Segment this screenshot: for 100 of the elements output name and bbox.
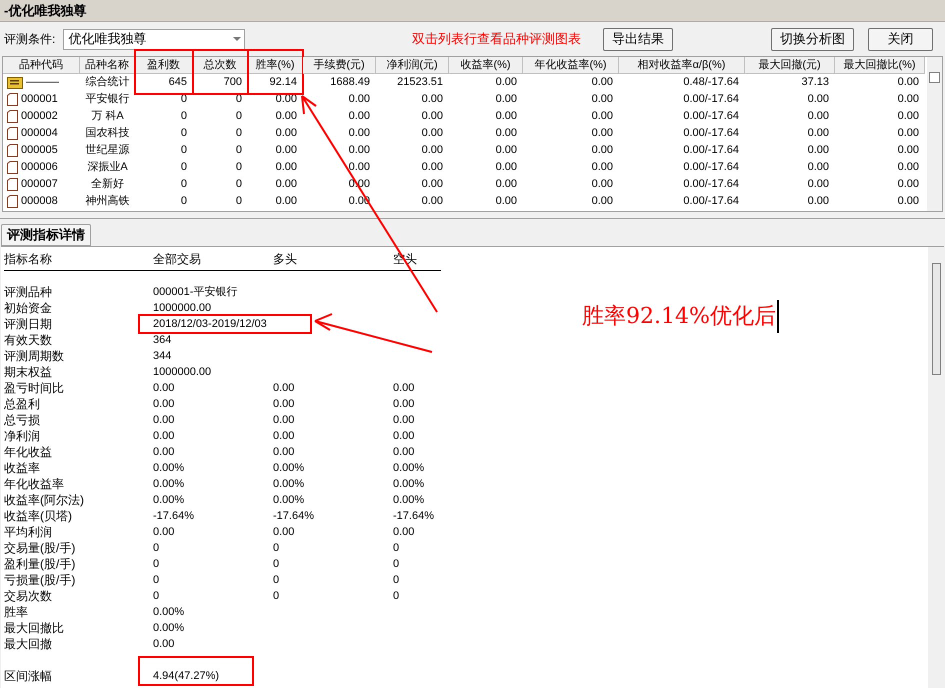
column-header[interactable]: 净利润(元) [376, 57, 449, 74]
table-cell-text: 000008 [21, 194, 58, 210]
column-header[interactable]: 品种名称 [80, 57, 135, 74]
column-header: 全部交易 [153, 251, 202, 268]
table-cell-text: 0 [236, 143, 242, 158]
column-header[interactable]: 品种代码 [3, 57, 80, 74]
table-cell-text: 0.00 [422, 92, 443, 108]
metric-label: 有效天数 [4, 334, 53, 346]
metric-label: 最大回撤比 [4, 622, 65, 634]
metric-value: 0.00% [273, 494, 304, 506]
metric-value: 0.00 [153, 382, 174, 394]
metric-value: 0 [393, 590, 400, 602]
metric-value: 0.00 [153, 638, 174, 650]
metric-value: 0.00 [273, 414, 294, 426]
metric-value: 0.00 [393, 382, 414, 394]
column-header[interactable]: 相对收益率α/β(%) [619, 57, 745, 74]
column-header[interactable]: 盈利数 [135, 57, 193, 74]
metric-label: 胜率 [4, 606, 29, 618]
table-cell-text: 0.00 [348, 143, 370, 158]
table-cell-text: 0.00 [898, 143, 919, 158]
table-cell-text: 0 [180, 143, 187, 158]
metric-value: 0.00 [273, 382, 294, 394]
toolbar-button[interactable]: 切换分析图 [771, 28, 854, 50]
metric-label: 初始资金 [4, 302, 53, 314]
table-cell-text: 0.00 [898, 194, 919, 210]
toolbar-button[interactable]: 关闭 [868, 28, 933, 50]
metric-value: 0 [153, 590, 160, 602]
table-cell-text: 0.00 [496, 160, 517, 176]
table-cell-text: 国农科技 [86, 126, 130, 142]
table-cell-text: 0.00 [276, 126, 297, 142]
table-cell-text: 000006 [21, 160, 58, 176]
metric-label: 最大回撤 [4, 638, 53, 650]
table-cell-text: 0 [180, 177, 187, 192]
metric-value: 0.00 [153, 398, 174, 410]
table-cell-text: 0.00 [422, 109, 443, 124]
document-icon [7, 127, 18, 140]
table-cell-text: 0.00 [808, 143, 829, 158]
window-title: -优化唯我独尊 [4, 2, 86, 20]
table-cell-text: 0.00 [592, 75, 613, 90]
column-header[interactable]: 最大回撤(元) [745, 57, 835, 74]
toolbar-button[interactable]: 导出结果 [603, 28, 673, 50]
table-cell-text: 0.00 [348, 109, 370, 124]
metric-value: 1000000.00 [153, 366, 212, 378]
metric-value: 0 [273, 590, 280, 602]
metric-value: 0.00 [153, 414, 174, 426]
table-cell-text: 000007 [21, 177, 58, 192]
column-header[interactable]: 最大回撤比(%) [835, 57, 925, 74]
table-cell-text: 0.00 [276, 177, 297, 192]
metric-label: 期末权益 [4, 366, 53, 378]
table-cell-text: 世纪星源 [86, 143, 130, 158]
metric-label: 评测日期 [4, 318, 53, 330]
table-cell-text: 645 [168, 75, 187, 90]
metric-label: 年化收益率 [4, 478, 65, 490]
document-icon [7, 110, 18, 123]
column-header[interactable]: 总次数 [193, 57, 248, 74]
table-cell-text: 0.00 [496, 126, 517, 142]
annotation-text: 胜率92.14%优化后 [582, 300, 779, 333]
table-cell-text: 0 [180, 126, 187, 142]
metric-value: -17.64% [153, 510, 194, 522]
detail-tab[interactable]: 评测指标详情 [1, 224, 91, 246]
table-cell-text: 0 [180, 109, 187, 124]
table-cell-text: 0.00 [808, 126, 829, 142]
metric-value: 0 [393, 574, 400, 586]
metric-value: 0.00 [153, 430, 174, 442]
metric-value: 0 [393, 542, 400, 554]
table-cell-text: 0 [180, 194, 187, 210]
table-cell-text: 0.00 [898, 75, 919, 90]
document-icon [7, 93, 18, 106]
column-header[interactable]: 手续费(元) [303, 57, 376, 74]
table-cell-text: 000004 [21, 126, 58, 142]
metric-label: 收益率(阿尔法) [4, 494, 85, 506]
metric-value: 0 [273, 558, 280, 570]
metric-value: 0.00% [273, 462, 304, 474]
table-cell-text: ——— [26, 75, 59, 90]
table-cell-text: 0.00 [276, 194, 297, 210]
metric-value: 0 [393, 558, 400, 570]
table-cell-text: 0.00 [496, 109, 517, 124]
table-cell-text: 0.00 [592, 143, 613, 158]
metric-label: 区间涨幅 [4, 670, 53, 682]
column-header[interactable]: 年化收益率(%) [523, 57, 619, 74]
table-cell-text: 0.00 [496, 75, 517, 90]
metric-value: 0.00% [393, 494, 424, 506]
column-header[interactable]: 胜率(%) [248, 57, 303, 74]
column-header: 指标名称 [4, 251, 53, 268]
condition-dropdown[interactable]: 优化唯我独尊 [63, 28, 246, 50]
table-cell-text: 0 [236, 109, 242, 124]
column-header[interactable]: 收益率(%) [449, 57, 523, 74]
scrollbar-thumb [929, 72, 940, 83]
table-cell-text: 0.00 [808, 109, 829, 124]
table-cell-text: 0.00 [496, 194, 517, 210]
metric-value: 0.00% [153, 606, 184, 618]
metric-label: 交易量(股/手) [4, 542, 76, 554]
metric-value: 0.00 [153, 526, 174, 538]
metric-value: -17.64% [393, 510, 434, 522]
metric-label: 总亏损 [4, 414, 41, 426]
metric-value: 0.00 [273, 398, 294, 410]
table-cell-text: 0.00 [898, 109, 919, 124]
table-cell-text: 0.00 [348, 92, 370, 108]
table-cell-text: 0.00 [592, 177, 613, 192]
metric-label: 评测品种 [4, 286, 53, 298]
